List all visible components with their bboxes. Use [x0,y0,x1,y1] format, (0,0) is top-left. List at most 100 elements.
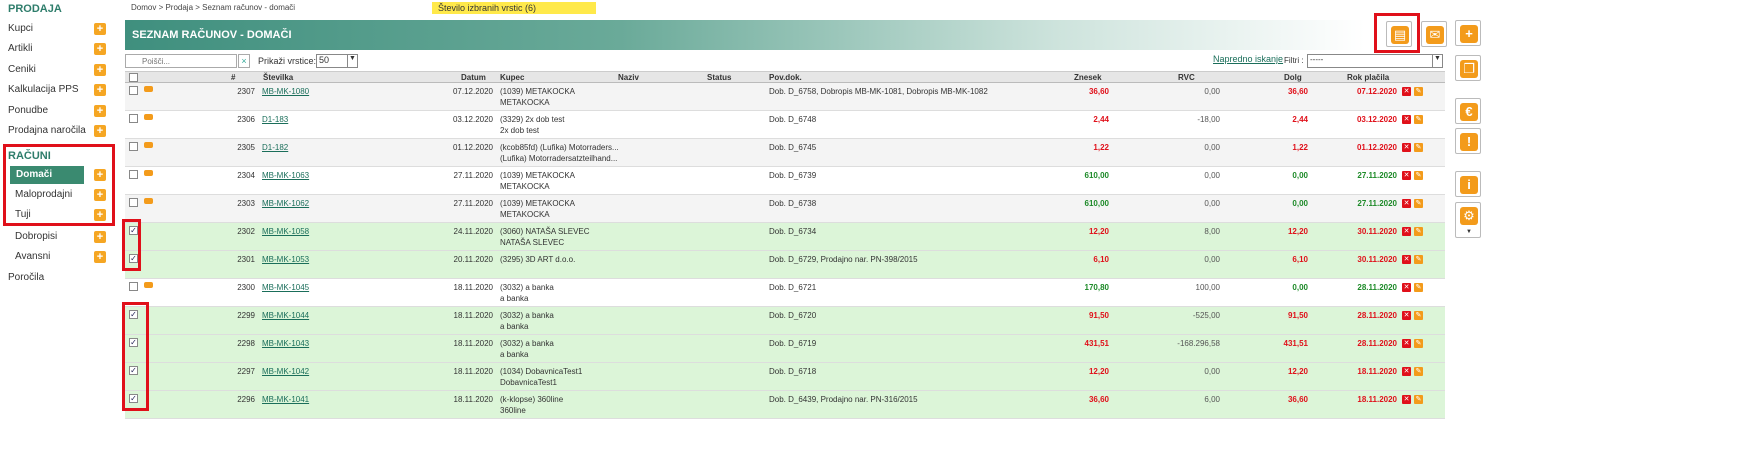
delete-icon[interactable]: ✕ [1402,87,1411,96]
sidebar-item-avansni[interactable]: Avansni + [15,248,106,266]
table-row[interactable]: ✓ 2299 MB-MK-1044 18.11.2020 (3032) a banka a… [125,307,1445,335]
col-rvc[interactable]: RVC [1178,73,1195,82]
plus-icon[interactable]: + [94,23,106,35]
table-row[interactable]: 2306 D1-183 03.12.2020 (3329) 2x dob test 2x… [125,111,1445,139]
sidebar-item-kalkulacija[interactable]: Kalkulacija PPS + [8,81,106,99]
col-dolg[interactable]: Dolg [1284,73,1302,82]
warning-button[interactable]: ! [1455,128,1481,154]
col-rok[interactable]: Rok plačila [1347,73,1389,82]
plus-icon[interactable]: + [94,84,106,96]
edit-icon[interactable]: ✎ [1414,255,1423,264]
table-row[interactable]: 2305 D1-182 01.12.2020 (kcob85fd) (Lufika) … [125,139,1445,167]
info-button[interactable]: i [1455,171,1481,197]
printer-icon[interactable] [144,142,153,148]
delete-icon[interactable]: ✕ [1402,143,1411,152]
table-row[interactable]: 2304 MB-MK-1063 27.11.2020 (1039) METAKOCKA… [125,167,1445,195]
invoice-number-link[interactable]: D1-183 [262,115,288,124]
plus-icon[interactable]: + [94,231,106,243]
plus-icon[interactable]: + [94,64,106,76]
col-povdok[interactable]: Pov.dok. [769,73,802,82]
sidebar-item-ceniki[interactable]: Ceniki + [8,61,106,79]
col-naziv[interactable]: Naziv [618,73,639,82]
edit-icon[interactable]: ✎ [1414,395,1423,404]
col-datum[interactable]: Datum [461,73,486,82]
table-row[interactable]: 2300 MB-MK-1045 18.11.2020 (3032) a banka a … [125,279,1445,307]
edit-icon[interactable]: ✎ [1414,199,1423,208]
sidebar-item-artikli[interactable]: Artikli + [8,40,106,58]
add-button[interactable]: + [1455,20,1481,46]
row-checkbox[interactable] [129,170,138,179]
col-status[interactable]: Status [707,73,731,82]
table-row[interactable]: ✓ 2297 MB-MK-1042 18.11.2020 (1034) Dobavnic… [125,363,1445,391]
table-row[interactable]: 2307 MB-MK-1080 07.12.2020 (1039) METAKOCKA… [125,83,1445,111]
email-button[interactable]: ✉ [1421,21,1447,47]
sidebar-item-kupci[interactable]: Kupci + [8,20,106,38]
printer-icon[interactable] [144,198,153,204]
advanced-search-link[interactable]: Napredno iskanje [1213,54,1283,64]
delete-icon[interactable]: ✕ [1402,115,1411,124]
sidebar-item-ponudbe[interactable]: Ponudbe + [8,102,106,120]
delete-icon[interactable]: ✕ [1402,339,1411,348]
printer-icon[interactable] [144,114,153,120]
table-row[interactable]: ✓ 2302 MB-MK-1058 24.11.2020 (3060) NATAŠA S… [125,223,1445,251]
plus-icon[interactable]: + [94,251,106,263]
invoice-number-link[interactable]: D1-182 [262,143,288,152]
row-checkbox[interactable] [129,142,138,151]
invoice-number-link[interactable]: MB-MK-1044 [262,311,309,320]
invoice-number-link[interactable]: MB-MK-1058 [262,227,309,236]
row-checkbox[interactable] [129,198,138,207]
table-row[interactable]: ✓ 2301 MB-MK-1053 20.11.2020 (3295) 3D ART d… [125,251,1445,279]
delete-icon[interactable]: ✕ [1402,311,1411,320]
show-rows-select[interactable]: 50 ▼ [316,54,358,68]
printer-icon[interactable] [144,86,153,92]
invoice-number-link[interactable]: MB-MK-1045 [262,283,309,292]
invoice-number-link[interactable]: MB-MK-1080 [262,87,309,96]
table-row[interactable]: ✓ 2296 MB-MK-1041 18.11.2020 (k-klopse) 360l… [125,391,1445,419]
search-input[interactable] [125,54,237,68]
col-znesek[interactable]: Znesek [1074,73,1102,82]
delete-icon[interactable]: ✕ [1402,283,1411,292]
invoice-number-link[interactable]: MB-MK-1042 [262,367,309,376]
invoice-number-link[interactable]: MB-MK-1062 [262,199,309,208]
delete-icon[interactable]: ✕ [1402,199,1411,208]
sidebar-item-dobropisi[interactable]: Dobropisi + [15,228,106,246]
payment-button[interactable]: € [1455,98,1481,124]
table-row[interactable]: ✓ 2298 MB-MK-1043 18.11.2020 (3032) a banka a… [125,335,1445,363]
table-row[interactable]: 2303 MB-MK-1062 27.11.2020 (1039) METAKOCKA… [125,195,1445,223]
edit-icon[interactable]: ✎ [1414,311,1423,320]
invoice-number-link[interactable]: MB-MK-1043 [262,339,309,348]
row-checkbox[interactable] [129,86,138,95]
filter-select[interactable]: ----- ▼ [1307,54,1443,68]
sidebar-item-porocila[interactable]: Poročila [8,269,106,287]
settings-button[interactable]: ⚙ ▼ [1455,202,1481,238]
delete-icon[interactable]: ✕ [1402,367,1411,376]
invoice-number-link[interactable]: MB-MK-1053 [262,255,309,264]
edit-icon[interactable]: ✎ [1414,367,1423,376]
copy-button[interactable]: ❐ [1455,55,1481,81]
plus-icon[interactable]: + [94,43,106,55]
select-all-checkbox[interactable] [129,73,138,82]
edit-icon[interactable]: ✎ [1414,227,1423,236]
invoice-number-link[interactable]: MB-MK-1063 [262,171,309,180]
edit-icon[interactable]: ✎ [1414,339,1423,348]
sidebar-item-narocila[interactable]: Prodajna naročila + [8,122,106,140]
delete-icon[interactable]: ✕ [1402,227,1411,236]
col-kupec[interactable]: Kupec [500,73,524,82]
row-checkbox[interactable] [129,282,138,291]
edit-icon[interactable]: ✎ [1414,143,1423,152]
edit-icon[interactable]: ✎ [1414,115,1423,124]
printer-icon[interactable] [144,170,153,176]
delete-icon[interactable]: ✕ [1402,171,1411,180]
edit-icon[interactable]: ✎ [1414,87,1423,96]
edit-icon[interactable]: ✎ [1414,283,1423,292]
plus-icon[interactable]: + [94,125,106,137]
printer-icon[interactable] [144,282,153,288]
clear-search-button[interactable]: × [238,54,250,68]
col-num[interactable]: # [231,73,235,82]
delete-icon[interactable]: ✕ [1402,395,1411,404]
edit-icon[interactable]: ✎ [1414,171,1423,180]
delete-icon[interactable]: ✕ [1402,255,1411,264]
col-stevilka[interactable]: Številka [263,73,293,82]
plus-icon[interactable]: + [94,105,106,117]
breadcrumb[interactable]: Domov > Prodaja > Seznam računov - domač… [131,3,295,12]
